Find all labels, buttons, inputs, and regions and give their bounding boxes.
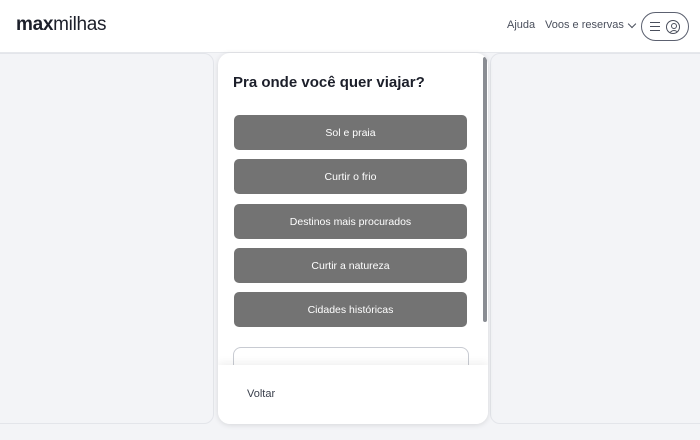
option-curtir-o-frio[interactable]: Curtir o frio bbox=[234, 159, 467, 194]
modal-scrollbar[interactable] bbox=[483, 57, 487, 322]
nav-trips-label: Voos e reservas bbox=[545, 19, 624, 31]
option-curtir-a-natureza[interactable]: Curtir a natureza bbox=[234, 248, 467, 283]
right-background-panel bbox=[490, 53, 700, 424]
nav-help-link[interactable]: Ajuda bbox=[507, 19, 535, 31]
user-menu-button[interactable] bbox=[641, 12, 689, 41]
logo-bold: max bbox=[16, 14, 54, 35]
user-icon bbox=[666, 19, 680, 34]
nav-trips-dropdown[interactable]: Voos e reservas bbox=[545, 19, 637, 31]
modal-footer: Voltar bbox=[218, 365, 488, 424]
destination-modal: Pra onde você quer viajar? Sol e praia C… bbox=[218, 53, 488, 424]
option-sol-e-praia[interactable]: Sol e praia bbox=[234, 115, 467, 150]
left-background-panel bbox=[0, 53, 214, 424]
option-destinos-mais-procurados[interactable]: Destinos mais procurados bbox=[234, 204, 467, 239]
top-header: maxmilhas Ajuda Voos e reservas bbox=[0, 0, 700, 53]
hamburger-icon bbox=[650, 22, 660, 31]
maxmilhas-logo[interactable]: maxmilhas bbox=[16, 14, 107, 36]
chevron-down-icon bbox=[627, 19, 637, 28]
back-button[interactable]: Voltar bbox=[247, 388, 275, 400]
modal-title: Pra onde você quer viajar? bbox=[233, 74, 425, 91]
logo-light: milhas bbox=[53, 14, 107, 35]
option-cidades-historicas[interactable]: Cidades históricas bbox=[234, 292, 467, 327]
